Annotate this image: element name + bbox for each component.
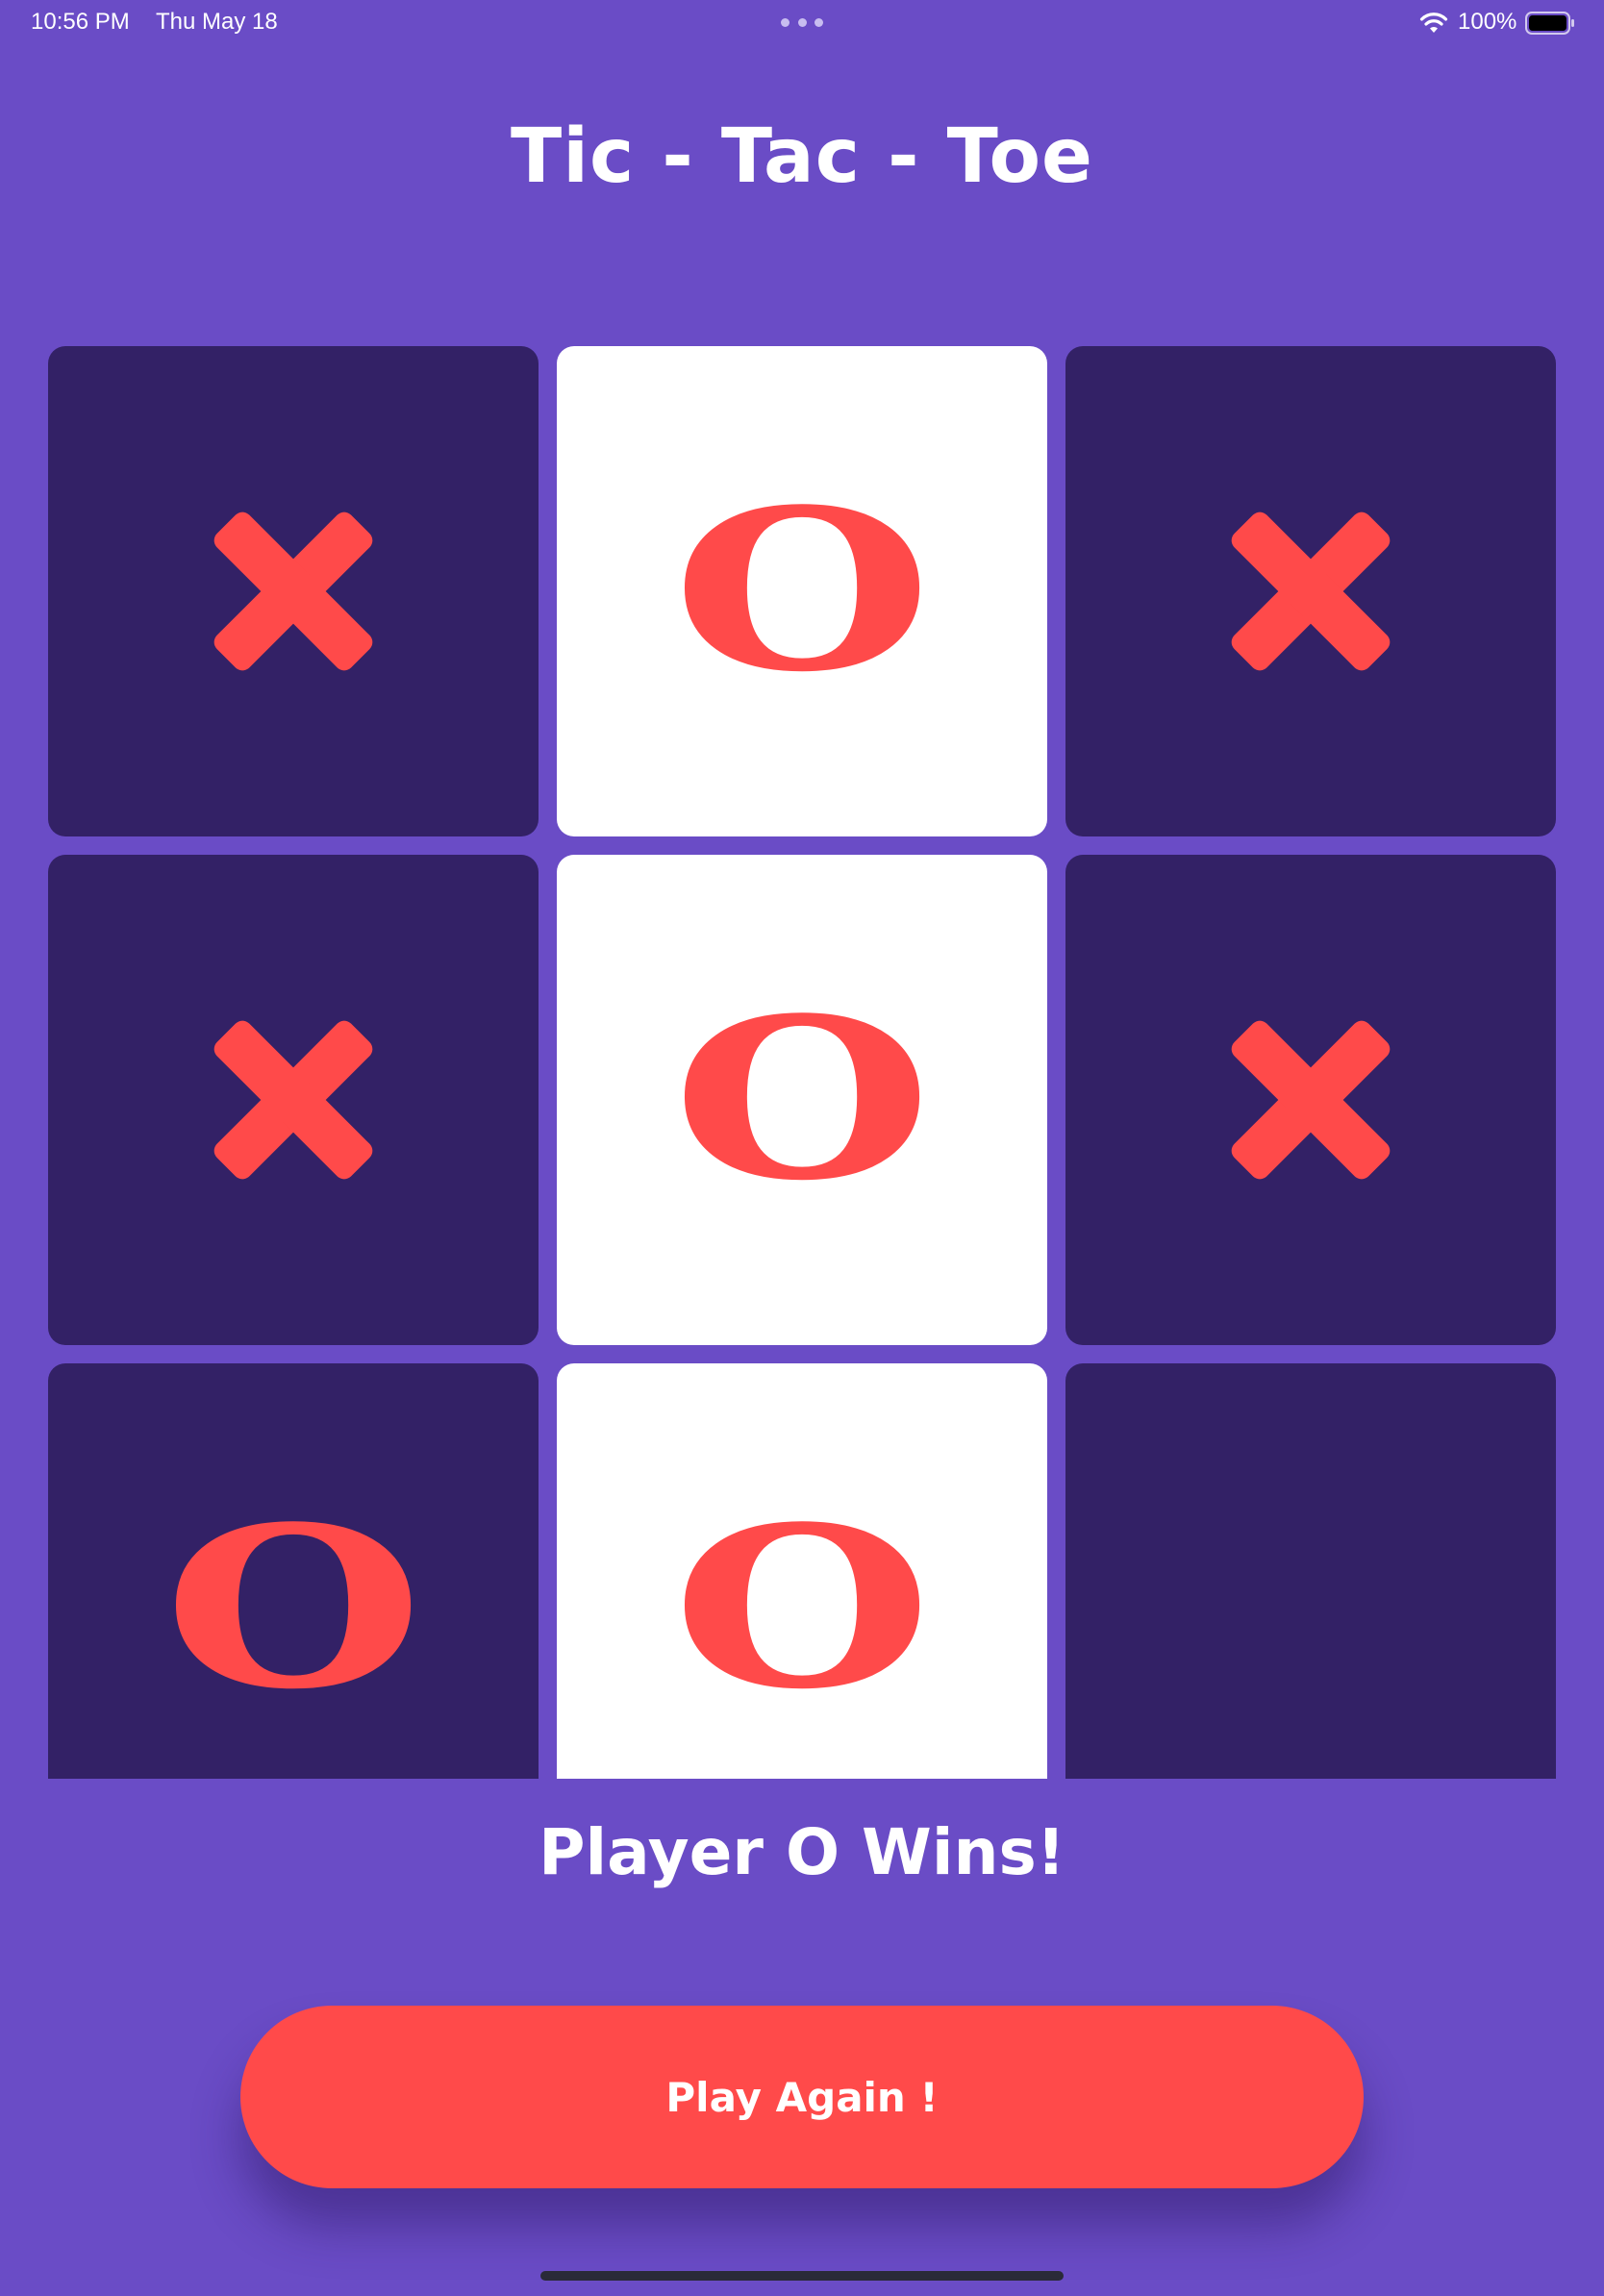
o-mark: O [671, 1479, 933, 1738]
x-mark-icon [213, 512, 373, 671]
x-mark-icon [213, 1020, 373, 1180]
board-cell-5[interactable]: O [557, 855, 1047, 1345]
wifi-icon [1419, 12, 1448, 33]
game-title: Tic - Tac - Toe [511, 113, 1093, 200]
o-mark: O [671, 970, 933, 1230]
board-cell-2[interactable]: O [557, 346, 1047, 836]
battery-icon [1525, 12, 1574, 35]
board-cell-6[interactable] [1065, 855, 1556, 1345]
battery-percentage: 100% [1458, 9, 1517, 35]
board-cell-7[interactable]: O [48, 1363, 539, 1779]
play-again-button[interactable]: Play Again ! [240, 2006, 1364, 2188]
o-mark: O [163, 1479, 424, 1738]
board-cell-8[interactable]: O [557, 1363, 1047, 1779]
board-cell-3[interactable] [1065, 346, 1556, 836]
status-date: Thu May 18 [156, 9, 278, 35]
multitasking-dots-icon[interactable] [781, 18, 823, 28]
status-time: 10:56 PM [31, 9, 130, 35]
result-message: Player O Wins! [539, 1815, 1065, 1889]
board-cell-1[interactable] [48, 346, 539, 836]
home-indicator[interactable] [540, 2271, 1064, 2281]
board-cell-4[interactable] [48, 855, 539, 1345]
board-cell-9[interactable] [1065, 1363, 1556, 1779]
x-mark-icon [1231, 512, 1391, 671]
x-mark-icon [1231, 1020, 1391, 1180]
game-board: OOOO [48, 346, 1556, 1779]
o-mark: O [671, 462, 933, 721]
status-bar: 10:56 PM Thu May 18 100% [0, 0, 1604, 46]
